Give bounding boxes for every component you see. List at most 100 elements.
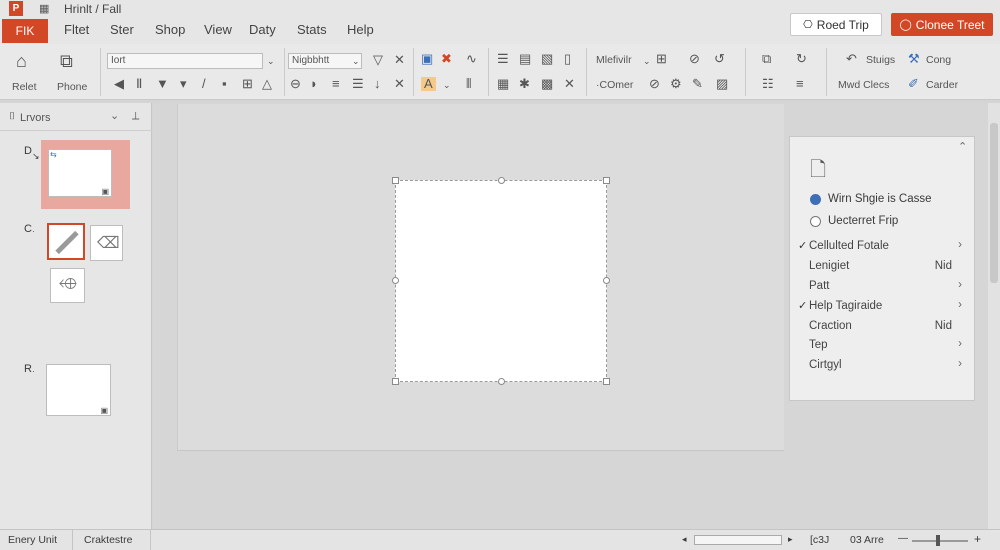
align-left-icon[interactable]: ◀ bbox=[114, 77, 124, 91]
status-tab-energy[interactable]: Enery Unit bbox=[8, 534, 57, 546]
reset-icon[interactable]: ↺ bbox=[714, 52, 725, 66]
zoom-in-icon[interactable]: + bbox=[974, 532, 981, 546]
zoom-level[interactable]: 03 Arre bbox=[850, 534, 884, 546]
resize-handle-sw[interactable] bbox=[392, 378, 399, 385]
resize-handle-nw[interactable] bbox=[392, 177, 399, 184]
carder-label[interactable]: Carder bbox=[926, 79, 958, 91]
slide-thumbnail-2[interactable]: ▣ bbox=[46, 364, 111, 416]
shape-thumbnail-tag[interactable]: ⬲ bbox=[50, 268, 85, 303]
font-name-combo[interactable]: Iort bbox=[107, 53, 263, 69]
reed-trip-button[interactable]: ⎔ Roed Trip bbox=[790, 13, 882, 36]
copy-icon[interactable]: ⧉ bbox=[762, 52, 771, 66]
scroll-left-icon[interactable]: ◂ bbox=[682, 534, 687, 545]
zoom-out-icon[interactable]: — bbox=[898, 533, 908, 544]
chevron-down-icon[interactable]: ⌄ bbox=[267, 54, 275, 68]
chevron-down-icon[interactable]: ⌄ bbox=[352, 54, 360, 68]
selected-shape[interactable] bbox=[392, 177, 610, 385]
arrow-down-icon[interactable]: ↓ bbox=[374, 77, 381, 91]
scroll-right-icon[interactable]: ▸ bbox=[788, 534, 793, 545]
columns-icon[interactable]: ⫴ bbox=[466, 77, 471, 91]
style-combo[interactable]: Nigbbhtt bbox=[288, 53, 362, 69]
option-row[interactable]: ✓ Cellulted Fotale › bbox=[798, 238, 966, 256]
search-icon[interactable]: ⊘ bbox=[689, 52, 700, 66]
triangle-icon[interactable]: △ bbox=[262, 77, 272, 91]
medium-dropdown[interactable]: Mlefivilr bbox=[596, 54, 632, 66]
clip-icon[interactable]: ▽ bbox=[373, 53, 383, 67]
mend-close-label[interactable]: Mwd Clecs bbox=[838, 79, 889, 91]
chevron-down-icon[interactable]: ⌄ bbox=[643, 54, 651, 68]
undo-icon[interactable]: ↶ bbox=[846, 52, 857, 66]
close-trip-button[interactable]: ◯ Clonee Treet bbox=[891, 13, 993, 36]
resize-handle-n[interactable] bbox=[498, 177, 505, 184]
layout-icon[interactable]: ▦ bbox=[39, 2, 49, 15]
shape-thumbnail-eraser[interactable]: ⌫ bbox=[90, 225, 123, 261]
highlight-icon[interactable]: A bbox=[421, 77, 436, 91]
zoom-slider[interactable] bbox=[912, 540, 968, 542]
radio-wirn-shgie[interactable]: Wirn Shgie is Casse bbox=[810, 193, 960, 209]
cong-label[interactable]: Cong bbox=[926, 54, 951, 66]
shape-thumbnail-line[interactable] bbox=[47, 223, 85, 260]
pencil-icon[interactable]: ✎ bbox=[692, 77, 703, 91]
x-icon[interactable]: ✕ bbox=[394, 77, 405, 91]
align-center-icon[interactable]: ☰ bbox=[352, 77, 364, 91]
list-icon[interactable]: ≡ bbox=[332, 77, 340, 91]
tab-data[interactable]: Daty bbox=[249, 22, 276, 37]
brush-icon[interactable]: ✐ bbox=[908, 77, 919, 91]
settings-icon[interactable]: ⚙ bbox=[670, 77, 682, 91]
line-icon[interactable]: ▾ bbox=[180, 77, 187, 91]
tab-help[interactable]: Help bbox=[347, 22, 374, 37]
tab-shape[interactable]: Shop bbox=[155, 22, 185, 37]
option-row[interactable]: Cirtgyl › bbox=[798, 357, 966, 375]
relet-icon[interactable]: ⌂ bbox=[16, 52, 27, 70]
picture-icon[interactable]: ▧ bbox=[541, 52, 553, 66]
circle-icon[interactable]: ⊘ bbox=[649, 77, 660, 91]
delete-icon[interactable]: ✖ bbox=[441, 52, 452, 66]
grid-icon[interactable]: ⊞ bbox=[242, 77, 253, 91]
resize-handle-e[interactable] bbox=[603, 277, 610, 284]
tool-icon[interactable]: ⚒ bbox=[908, 52, 920, 66]
close-icon[interactable]: ✕ bbox=[564, 77, 575, 91]
phone-label[interactable]: Phone bbox=[57, 81, 87, 93]
zoom-slider-thumb[interactable] bbox=[936, 535, 940, 546]
relet-label[interactable]: Relet bbox=[12, 81, 37, 93]
shape-icon[interactable]: ◗ bbox=[310, 77, 318, 91]
radio-uecterret-frip[interactable]: Uecterret Frip bbox=[810, 215, 960, 231]
status-tab-crak[interactable]: Craktestre bbox=[84, 534, 132, 546]
gear-icon[interactable]: ✱ bbox=[519, 77, 530, 91]
collapse-icon[interactable]: ⌃ bbox=[958, 140, 967, 153]
horizontal-scrollbar[interactable] bbox=[694, 535, 782, 545]
vertical-scrollbar[interactable] bbox=[988, 103, 1000, 529]
resize-handle-ne[interactable] bbox=[603, 177, 610, 184]
option-row[interactable]: Patt › bbox=[798, 278, 966, 296]
tab-file[interactable]: FIK bbox=[2, 19, 48, 43]
chevron-down-icon[interactable]: ⌄ bbox=[110, 109, 119, 122]
resize-handle-w[interactable] bbox=[392, 277, 399, 284]
tab-view[interactable]: View bbox=[204, 22, 232, 37]
bullets-icon[interactable]: ☰ bbox=[497, 52, 509, 66]
textbox-icon[interactable]: ▣ bbox=[421, 52, 433, 66]
tab-home[interactable]: Fltet bbox=[64, 22, 89, 37]
stuige-label[interactable]: Stuigs bbox=[866, 54, 895, 66]
resize-handle-s[interactable] bbox=[498, 378, 505, 385]
wave-icon[interactable]: ∿ bbox=[466, 52, 477, 66]
comer-dropdown[interactable]: ·COmer bbox=[596, 79, 633, 91]
option-row[interactable]: Tep › bbox=[798, 337, 966, 355]
close-format-icon[interactable]: ✕ bbox=[394, 53, 405, 67]
resize-handle-se[interactable] bbox=[603, 378, 610, 385]
document-icon[interactable]: ▯ bbox=[564, 52, 571, 66]
slide-thumbnail-1[interactable]: ⇆ ▣ bbox=[48, 149, 112, 197]
pen-icon[interactable]: / bbox=[202, 77, 206, 91]
tab-stats[interactable]: Stats bbox=[297, 22, 327, 37]
link-icon[interactable]: ⊖ bbox=[290, 77, 301, 91]
fill-icon[interactable]: ▼ bbox=[156, 77, 169, 91]
numbering-icon[interactable]: ▤ bbox=[519, 52, 531, 66]
tab-insert[interactable]: Ster bbox=[110, 22, 134, 37]
checklist-icon[interactable]: ☷ bbox=[762, 77, 774, 91]
option-row[interactable]: Craction Nid bbox=[798, 318, 966, 336]
image-icon[interactable]: ▨ bbox=[716, 77, 728, 91]
scrollbar-thumb[interactable] bbox=[990, 123, 998, 283]
phone-icon[interactable]: ⧉ bbox=[60, 52, 73, 70]
option-row[interactable]: Lenigiet Nid bbox=[798, 258, 966, 276]
option-row[interactable]: ✓ Help Tagiraide › bbox=[798, 298, 966, 316]
bold-icon[interactable]: Ⅱ bbox=[136, 77, 142, 91]
